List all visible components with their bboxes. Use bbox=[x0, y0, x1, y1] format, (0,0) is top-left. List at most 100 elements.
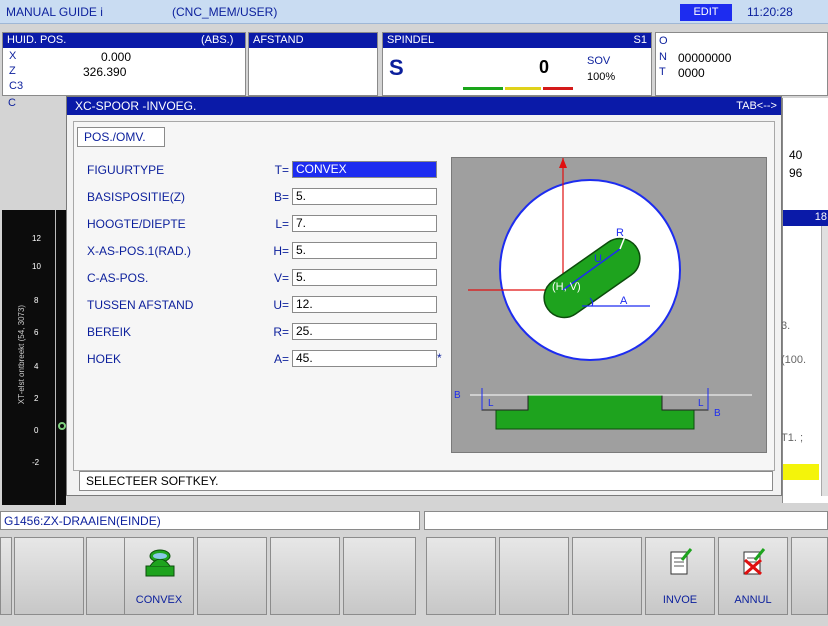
load-bar-yellow bbox=[505, 87, 541, 90]
status-right bbox=[424, 511, 828, 530]
coord-mode: (ABS.) bbox=[201, 34, 234, 46]
field-key: T= bbox=[274, 163, 289, 177]
position-panel: HUID. POS. (ABS.) X 0.000 Z 326.390 C3 bbox=[2, 32, 246, 96]
softkey-label: INVOE bbox=[662, 594, 698, 606]
o-label: O bbox=[659, 35, 668, 47]
graph-axis bbox=[55, 210, 56, 505]
softkey-right-next[interactable] bbox=[791, 537, 828, 615]
program-panel: O N 00000000 T 0000 bbox=[655, 32, 828, 96]
axis-c3-label: C3 bbox=[9, 80, 24, 92]
axis-c-label: C bbox=[8, 97, 16, 109]
softkey-9[interactable] bbox=[572, 537, 642, 615]
right-scrollbar[interactable] bbox=[821, 226, 828, 496]
mode-badge: EDIT bbox=[680, 4, 732, 21]
field-label: HOEK bbox=[87, 352, 122, 366]
softkey-label: CONVEX bbox=[135, 594, 183, 606]
spindle-title: SPINDEL bbox=[387, 34, 435, 46]
right-side-panel: 40 96 18 3. (100. T1. ; bbox=[781, 98, 828, 503]
spindle-panel: SPINDEL S1 S 0 SOV 100% bbox=[382, 32, 652, 96]
dialog-header: XC-SPOOR -INVOEG. TAB<--> bbox=[67, 97, 781, 115]
softkey-invoe[interactable]: INVOE bbox=[645, 537, 715, 615]
label-b1: B bbox=[454, 390, 461, 401]
y-tick: 8 bbox=[34, 296, 39, 305]
label-l2: L bbox=[698, 398, 704, 409]
label-r: R bbox=[616, 227, 624, 239]
right-value-1: 40 bbox=[789, 148, 803, 162]
hoogte-diepte-field[interactable]: 7. bbox=[292, 215, 437, 232]
label-a: A bbox=[620, 295, 628, 307]
tool-path-graph: 12 10 8 6 4 2 0 -2 XT-elst ontbreekt (54… bbox=[2, 210, 66, 505]
field-key: L= bbox=[275, 217, 289, 231]
field-label: BASISPOSITIE(Z) bbox=[87, 190, 186, 204]
label-hv: (H, V) bbox=[552, 281, 581, 293]
right-value-4: 3. bbox=[781, 320, 791, 332]
softkey-5[interactable] bbox=[270, 537, 340, 615]
message-line: SELECTEER SOFTKEY. bbox=[79, 471, 773, 491]
title-bar: MANUAL GUIDE i (CNC_MEM/USER) EDIT 11:20… bbox=[0, 0, 828, 24]
softkey-annul[interactable]: ANNUL bbox=[718, 537, 788, 615]
axis-z-value: 326.390 bbox=[83, 65, 127, 79]
y-tick: 2 bbox=[34, 394, 39, 403]
softkey-convex[interactable]: CONVEX bbox=[124, 537, 194, 615]
insert-icon bbox=[670, 548, 693, 575]
field-label: FIGUURTYPE bbox=[87, 163, 165, 177]
softkey-8[interactable] bbox=[499, 537, 569, 615]
field-key: V= bbox=[273, 271, 289, 285]
right-header: 18 bbox=[783, 210, 828, 226]
softkey-4[interactable] bbox=[197, 537, 267, 615]
position-header: HUID. POS. (ABS.) bbox=[3, 33, 245, 48]
spindle-header: SPINDEL S1 bbox=[383, 33, 651, 48]
right-value-3: 18 bbox=[814, 211, 827, 223]
shape-figure: U R (H, V) A B L L B bbox=[451, 157, 767, 453]
load-bar-red bbox=[543, 87, 573, 90]
label-u: U bbox=[594, 253, 602, 265]
t-value: 0000 bbox=[678, 66, 705, 80]
graph-caption: XT-elst ontbreekt (54, 3073) bbox=[17, 304, 27, 405]
c-as-pos-field[interactable]: 5. bbox=[292, 269, 437, 286]
right-value-2: 96 bbox=[789, 166, 803, 180]
block-status: G1456:ZX-DRAAIEN(EINDE) bbox=[0, 511, 420, 530]
clock: 11:20:28 bbox=[747, 5, 793, 19]
tool-marker bbox=[58, 422, 66, 430]
y-tick: 10 bbox=[32, 262, 41, 271]
t-label: T bbox=[659, 66, 666, 78]
tab-pos-omv[interactable]: POS./OMV. bbox=[77, 127, 165, 147]
x-as-pos-field[interactable]: 5. bbox=[292, 242, 437, 259]
softkey-label: ANNUL bbox=[734, 594, 772, 606]
distance-header: AFSTAND bbox=[249, 33, 377, 48]
bereik-field[interactable]: 25. bbox=[292, 323, 437, 340]
softkey-1[interactable] bbox=[14, 537, 84, 615]
sov-label: SOV bbox=[587, 55, 611, 67]
spindle-speed-value: 0 bbox=[539, 57, 550, 77]
field-key: U= bbox=[273, 298, 289, 312]
tab-switch-hint[interactable]: TAB<--> bbox=[736, 97, 777, 115]
axis-x-value: 0.000 bbox=[101, 50, 132, 64]
y-tick: -2 bbox=[32, 458, 40, 467]
softkey-6[interactable] bbox=[343, 537, 416, 615]
field-key: H= bbox=[273, 244, 289, 258]
field-key: A= bbox=[273, 352, 289, 366]
right-yellow-marker bbox=[783, 464, 819, 480]
field-label: TUSSEN AFSTAND bbox=[87, 298, 194, 312]
position-title: HUID. POS. bbox=[7, 34, 67, 46]
right-value-5: (100. bbox=[781, 354, 807, 366]
figure-svg: U R (H, V) A B L L B bbox=[454, 158, 752, 430]
softkey-7[interactable] bbox=[426, 537, 496, 615]
modified-asterisk: * bbox=[437, 351, 442, 365]
label-b2: B bbox=[714, 408, 721, 419]
y-tick: 0 bbox=[34, 426, 39, 435]
n-label: N bbox=[659, 51, 667, 63]
tussen-afstand-field[interactable]: 12. bbox=[292, 296, 437, 313]
basispositie-field[interactable]: 5. bbox=[292, 188, 437, 205]
dialog-title: XC-SPOOR -INVOEG. bbox=[75, 99, 197, 113]
hoek-field[interactable]: 45. bbox=[292, 350, 437, 367]
program-path: (CNC_MEM/USER) bbox=[172, 5, 278, 19]
figuurtype-field[interactable]: CONVEX bbox=[292, 161, 437, 178]
n-value: 00000000 bbox=[678, 51, 732, 65]
field-label: BEREIK bbox=[87, 325, 132, 339]
load-bar-green bbox=[463, 87, 503, 90]
sov-value: 100% bbox=[587, 71, 616, 83]
v-axis-arrow bbox=[559, 158, 567, 168]
softkey-left-return[interactable] bbox=[0, 537, 12, 615]
convex-icon bbox=[145, 549, 175, 577]
